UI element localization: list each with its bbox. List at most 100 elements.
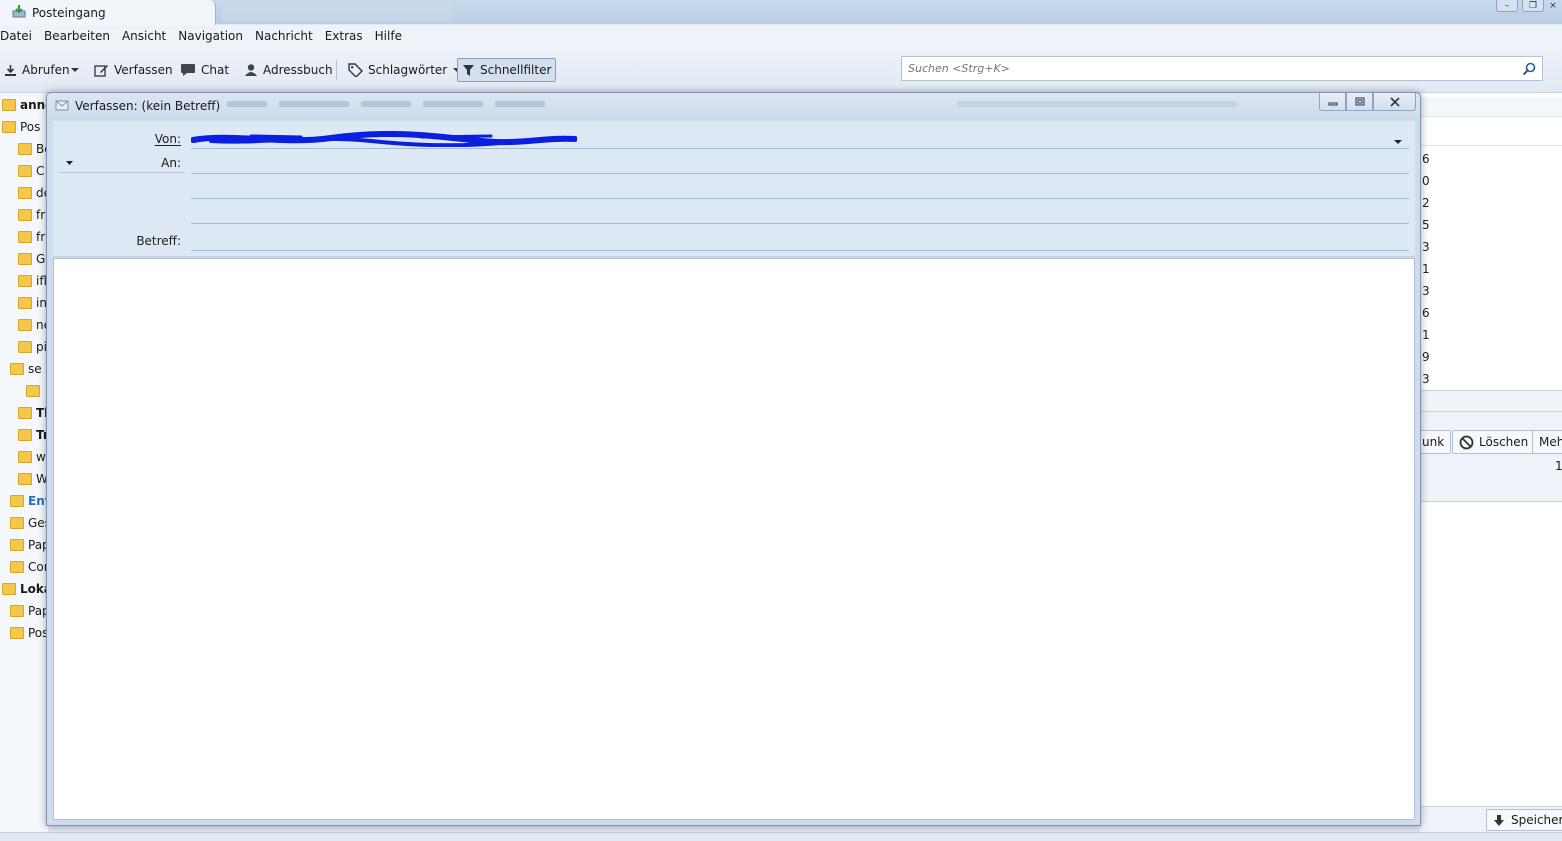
inbox-icon bbox=[12, 4, 26, 21]
folder-item[interactable]: W bbox=[0, 469, 48, 489]
compose-window-icon bbox=[55, 98, 69, 115]
folder-icon bbox=[18, 275, 32, 287]
search-icon[interactable] bbox=[1522, 62, 1536, 79]
folder-icon bbox=[18, 253, 32, 265]
folder-item[interactable]: Cor bbox=[0, 557, 48, 577]
status-bar bbox=[0, 832, 1562, 841]
close-icon[interactable] bbox=[1373, 93, 1416, 111]
folder-item[interactable]: fr bbox=[0, 227, 48, 247]
schlagwoerter-button[interactable]: Schlagwörter bbox=[344, 58, 471, 82]
folder-icon bbox=[2, 121, 16, 133]
menu-bearbeiten[interactable]: Bearbeiten bbox=[38, 29, 116, 43]
folder-item[interactable]: in bbox=[0, 293, 48, 313]
folder-item[interactable]: anne bbox=[0, 95, 48, 115]
pane-splitter[interactable] bbox=[1420, 390, 1562, 412]
save-attachment-button[interactable]: Speichern bbox=[1486, 809, 1562, 831]
folder-item[interactable]: Loka bbox=[0, 579, 48, 599]
folder-icon bbox=[18, 143, 32, 155]
junk-button[interactable]: unk bbox=[1416, 430, 1452, 454]
folder-item[interactable]: fr bbox=[0, 205, 48, 225]
abrufen-button[interactable]: Abrufen bbox=[0, 58, 74, 82]
message-body-input[interactable] bbox=[54, 259, 1414, 819]
to-label: An: bbox=[161, 155, 181, 170]
tab-background[interactable] bbox=[222, 2, 452, 22]
folder-item[interactable]: Pap bbox=[0, 535, 48, 555]
close-icon[interactable]: × bbox=[1548, 0, 1558, 12]
folder-item[interactable]: ne bbox=[0, 315, 48, 335]
folder-icon bbox=[2, 583, 16, 595]
folder-label: fr bbox=[36, 208, 46, 222]
folder-item[interactable]: Tr bbox=[0, 425, 48, 445]
search-input[interactable] bbox=[908, 62, 1498, 75]
folder-item[interactable] bbox=[0, 381, 48, 401]
recipient-underline-3 bbox=[191, 223, 1409, 224]
folder-item[interactable]: Ent bbox=[0, 491, 48, 511]
delete-button[interactable]: Löschen bbox=[1452, 430, 1536, 454]
from-label-text: Von: bbox=[154, 132, 181, 146]
folder-item[interactable]: Ges bbox=[0, 513, 48, 533]
restore-icon[interactable]: ❐ bbox=[1522, 0, 1544, 12]
recipient-type-select[interactable]: An: bbox=[59, 153, 185, 173]
adressbuch-button[interactable]: Adressbuch bbox=[240, 58, 337, 82]
no-entry-icon bbox=[1459, 435, 1474, 449]
chevron-down-icon bbox=[66, 160, 73, 165]
message-count: 1 bbox=[1422, 328, 1430, 342]
folder-item[interactable]: de bbox=[0, 183, 48, 203]
toolbar-separator bbox=[336, 60, 337, 80]
folder-label: Pap bbox=[28, 538, 48, 552]
schnellfilter-button[interactable]: Schnellfilter bbox=[457, 58, 557, 82]
folder-item[interactable]: Pos bbox=[0, 117, 48, 137]
address-area: Von: An: Betreff: bbox=[53, 121, 1415, 257]
folder-item[interactable]: Be bbox=[0, 139, 48, 159]
minimize-icon[interactable] bbox=[1319, 93, 1346, 111]
folder-item[interactable]: se bbox=[0, 359, 48, 379]
abrufen-dropdown-button[interactable] bbox=[66, 58, 89, 82]
from-field-redacted[interactable] bbox=[190, 130, 578, 148]
subject-input[interactable] bbox=[191, 229, 1409, 251]
message-count: 6 bbox=[1422, 152, 1430, 166]
folder-item[interactable]: Pos bbox=[0, 623, 48, 643]
maximize-icon[interactable] bbox=[1346, 93, 1373, 111]
menu-hilfe[interactable]: Hilfe bbox=[369, 29, 408, 43]
menu-ansicht[interactable]: Ansicht bbox=[116, 29, 172, 43]
folder-item[interactable]: Th bbox=[0, 403, 48, 423]
subject-label: Betreff: bbox=[136, 234, 181, 248]
compose-window: Verfassen: (kein Betreff) Von: An: Betre… bbox=[46, 92, 1421, 826]
folder-label: w bbox=[36, 450, 46, 464]
menu-datei[interactable]: Datei bbox=[0, 29, 38, 43]
recipient-input-3[interactable] bbox=[191, 201, 1409, 223]
chevron-down-icon bbox=[71, 68, 79, 72]
folder-label: fr bbox=[36, 230, 46, 244]
delete-label: Löschen bbox=[1479, 435, 1529, 449]
verfassen-button[interactable]: Verfassen bbox=[90, 58, 177, 82]
menu-nachricht[interactable]: Nachricht bbox=[249, 29, 319, 43]
folder-icon bbox=[10, 495, 24, 507]
menu-extras[interactable]: Extras bbox=[319, 29, 369, 43]
folder-item[interactable]: ifl bbox=[0, 271, 48, 291]
folder-item[interactable]: C bbox=[0, 161, 48, 181]
folder-item[interactable]: Pap bbox=[0, 601, 48, 621]
header-count: 1 bbox=[1555, 459, 1562, 473]
recipient-input-2[interactable] bbox=[191, 177, 1409, 199]
more-button[interactable]: Meh bbox=[1532, 430, 1562, 454]
download-arrow-icon bbox=[1494, 814, 1504, 826]
message-count: 3 bbox=[1422, 372, 1430, 386]
schnellfilter-label: Schnellfilter bbox=[480, 63, 552, 77]
menu-navigation[interactable]: Navigation bbox=[172, 29, 249, 43]
chat-button[interactable]: Chat bbox=[176, 58, 233, 82]
folder-item[interactable]: pi bbox=[0, 337, 48, 357]
message-list-toolbar bbox=[1420, 97, 1562, 117]
folder-icon bbox=[18, 473, 32, 485]
message-count: 3 bbox=[1422, 240, 1430, 254]
folder-item[interactable]: w bbox=[0, 447, 48, 467]
to-input[interactable] bbox=[191, 152, 1409, 174]
compose-title-bar[interactable]: Verfassen: (kein Betreff) bbox=[47, 93, 1420, 119]
main-toolbar: Abrufen Verfassen Chat Adressbuch Schlag… bbox=[0, 47, 1562, 93]
minimize-icon[interactable]: – bbox=[1496, 0, 1518, 12]
chevron-down-icon[interactable] bbox=[1393, 135, 1403, 149]
tab-posteingang[interactable]: Posteingang bbox=[0, 0, 216, 25]
pencil-icon bbox=[94, 65, 108, 77]
folder-item[interactable]: Gl bbox=[0, 249, 48, 269]
folder-icon bbox=[18, 297, 32, 309]
message-count: 6 bbox=[1422, 306, 1430, 320]
